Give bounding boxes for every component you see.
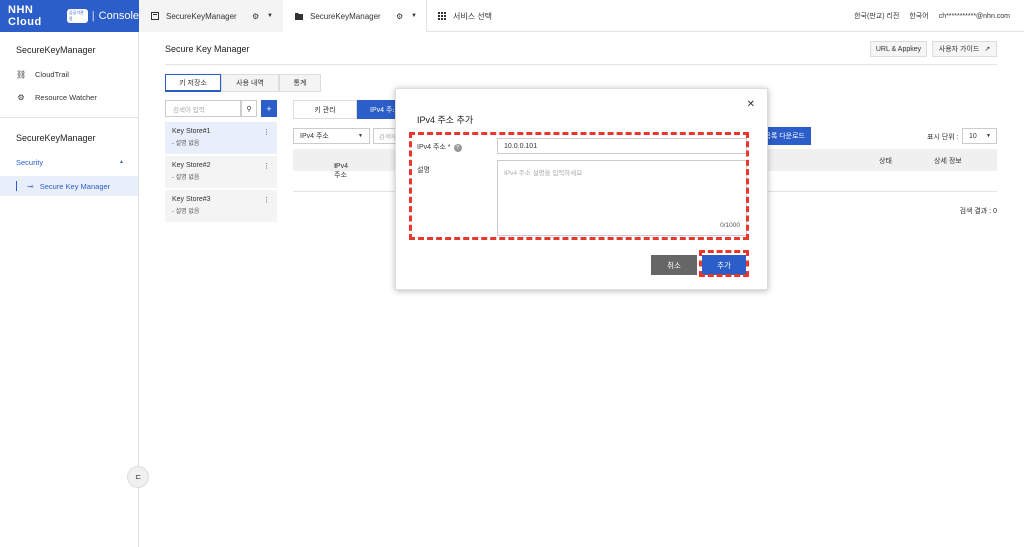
resource-watcher-icon: ⚙: [17, 93, 25, 102]
add-store-button[interactable]: +: [261, 100, 277, 117]
grid-icon: [438, 12, 446, 20]
plus-icon: +: [266, 103, 272, 114]
sidebar-item-resource-watcher[interactable]: ⚙ Resource Watcher: [16, 93, 97, 102]
more-icon[interactable]: ⋮: [263, 162, 270, 170]
store-desc: - 설명 없음: [172, 175, 200, 181]
filter-select-value: IPv4 주소: [300, 133, 329, 140]
store-name: Key Store#1: [172, 128, 211, 135]
user-account[interactable]: ch***********@nhn.com: [939, 13, 1010, 20]
search-result-count: 검색 결과 : 0: [959, 208, 997, 215]
region-selector[interactable]: 한국(판교) 리전: [854, 11, 899, 21]
user-guide-label: 사용자 가이드: [938, 46, 980, 53]
tab-ipv4-address[interactable]: IPv4 주소: [357, 100, 395, 119]
column-status: 상태: [879, 158, 892, 165]
sidebar-divider: [0, 117, 138, 118]
store-name: Key Store#3: [172, 196, 211, 203]
store-desc: - 설명 없음: [172, 141, 200, 147]
tab-label: SecureKeyManager: [310, 11, 381, 21]
sort-icon: ↑: [334, 163, 338, 170]
sidebar-item-label: Secure Key Manager: [39, 181, 111, 191]
sidebar-category-security[interactable]: Security ▲: [16, 158, 124, 167]
sidebar-collapse-button[interactable]: ⊏: [127, 466, 149, 488]
tab-securekeymanager-1[interactable]: SecureKeyManager ⚙ ▼: [139, 0, 283, 32]
gear-icon[interactable]: ⚙: [252, 12, 259, 21]
page-title: Secure Key Manager: [165, 44, 250, 54]
tab-securekeymanager-2[interactable]: SecureKeyManager ⚙ ▼: [283, 0, 427, 32]
display-unit-select[interactable]: 10 ▼: [962, 128, 997, 144]
console-label: Console: [98, 10, 139, 22]
tab-label: SecureKeyManager: [166, 11, 237, 21]
chevron-down-icon[interactable]: ▼: [411, 13, 417, 19]
cloudtrail-icon: ⛓: [16, 70, 27, 79]
tab-key-management[interactable]: 키 관리: [293, 100, 357, 119]
chevron-down-icon: ▼: [358, 133, 363, 139]
title-divider: [165, 64, 997, 65]
store-name: Key Store#2: [172, 162, 211, 169]
panel-toggle-icon: ⊏: [135, 474, 141, 481]
column-details: 상세 정보: [934, 158, 962, 165]
modal-title: IPv4 주소 추가: [417, 115, 474, 125]
tab-service-select[interactable]: 서비스 선택: [428, 0, 508, 32]
store-search-input[interactable]: 검색어 입력: [165, 100, 241, 117]
folder-icon: [295, 13, 303, 20]
add-ipv4-modal: ✕ IPv4 주소 추가 IPv4 주소 *? 10.0.0.101 설명 IP…: [395, 88, 768, 290]
sidebar-section-title: SecureKeyManager: [16, 45, 96, 55]
gear-icon[interactable]: ⚙: [396, 12, 403, 21]
user-guide-button[interactable]: 사용자 가이드 ↗: [932, 41, 997, 57]
brand-badge: 공공기관용: [67, 9, 88, 23]
external-link-icon: ↗: [984, 46, 991, 53]
chevron-down-icon: ▼: [986, 133, 991, 139]
highlight-form-area: [409, 132, 749, 240]
brand-logo[interactable]: NHN Cloud 공공기관용 | Console: [0, 0, 139, 32]
store-item-3[interactable]: Key Store#3 - 설명 없음 ⋮: [165, 190, 277, 222]
sidebar-item-label: CloudTrail: [35, 70, 69, 79]
chevron-up-icon: ▲: [119, 159, 124, 165]
category-label: Security: [16, 158, 44, 167]
more-icon[interactable]: ⋮: [263, 128, 270, 136]
sidebar-item-secure-key-manager[interactable]: ⊸ Secure Key Manager: [0, 176, 138, 196]
sidebar-section-title: SecureKeyManager: [16, 133, 96, 143]
language-selector[interactable]: 한국어: [909, 11, 928, 21]
filter-select[interactable]: IPv4 주소 ▼: [293, 128, 370, 144]
brand-separator: |: [91, 10, 95, 22]
sidebar-item-label: Resource Watcher: [35, 93, 97, 102]
brand-name: NHN Cloud: [8, 4, 42, 28]
top-links: 한국(판교) 리전 한국어 ch***********@nhn.com: [854, 0, 1010, 32]
close-icon[interactable]: ✕: [747, 99, 755, 110]
chevron-down-icon[interactable]: ▼: [267, 13, 273, 19]
more-icon[interactable]: ⋮: [263, 196, 270, 204]
sidebar: SecureKeyManager ⛓ CloudTrail ⚙ Resource…: [0, 32, 139, 547]
tab-statistics[interactable]: 통계: [279, 74, 321, 92]
tab-label: 서비스 선택: [453, 11, 493, 21]
display-unit-label: 표시 단위 :: [927, 134, 959, 141]
store-item-1[interactable]: Key Store#1 - 설명 없음 ⋮: [165, 122, 277, 154]
cancel-button[interactable]: 취소: [651, 255, 697, 275]
store-item-2[interactable]: Key Store#2 - 설명 없음 ⋮: [165, 156, 277, 188]
project-icon: [151, 12, 159, 20]
highlight-add-button: [699, 250, 749, 277]
key-icon: ⊸: [27, 181, 34, 191]
tab-usage-history[interactable]: 사용 내역: [221, 74, 279, 92]
sidebar-item-cloudtrail[interactable]: ⛓ CloudTrail: [16, 70, 69, 79]
top-bar: NHN Cloud 공공기관용 | Console SecureKeyManag…: [0, 0, 1024, 32]
display-unit-value: 10: [969, 132, 977, 140]
store-desc: - 설명 없음: [172, 209, 200, 215]
tab-key-store[interactable]: 키 저장소: [165, 74, 221, 92]
active-indicator: [16, 181, 17, 191]
search-icon[interactable]: ⚲: [241, 100, 257, 117]
url-appkey-button[interactable]: URL & Appkey: [870, 41, 927, 57]
